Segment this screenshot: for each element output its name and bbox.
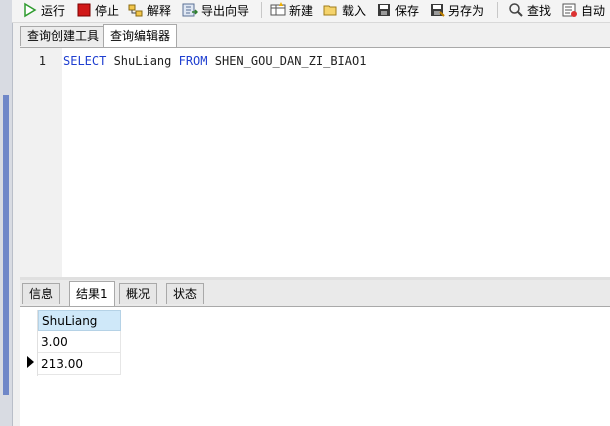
document-tabs: 查询创建工具 查询编辑器 [12,22,610,47]
result-grid[interactable]: ShuLiang 3.00 213.00 [20,307,610,426]
tab-overview[interactable]: 概况 [119,283,158,304]
new-query-icon [270,2,286,18]
toolbar-separator [261,2,262,18]
tab-status[interactable]: 状态 [166,283,205,304]
load-label: 载入 [342,3,367,18]
export-wizard-label: 导出向导 [201,3,250,18]
save-button[interactable]: 保存 [374,1,421,19]
new-button[interactable]: 新建 [268,1,315,19]
save-as-label: 另存为 [448,3,485,18]
find-label: 查找 [527,3,552,18]
save-icon [376,2,392,18]
line-number: 1 [38,54,46,68]
save-label: 保存 [395,3,420,18]
auto-complete-icon [562,2,578,18]
export-wizard-icon [182,2,199,18]
run-label: 运行 [41,3,66,18]
stop-icon [76,2,92,18]
explain-label: 解释 [147,3,172,18]
tab-query-editor[interactable]: 查询编辑器 [103,24,178,47]
explain-button[interactable]: 解释 [126,1,173,19]
folder-open-icon [323,2,339,18]
tab-query-builder[interactable]: 查询创建工具 [20,26,107,46]
line-gutter: 1 [20,48,62,278]
current-row-arrow-icon [27,356,34,368]
sql-code-line[interactable]: SELECT ShuLiang FROM SHEN_GOU_DAN_ZI_BIA… [63,54,366,68]
result-tabs: 信息 结果1 概况 状态 [20,280,610,307]
stop-button[interactable]: 停止 [74,1,121,19]
save-as-button[interactable]: 另存为 [427,1,486,19]
column-name: ShuLiang [106,54,179,68]
stop-label: 停止 [95,3,120,18]
left-dock-bar [3,95,9,395]
tab-result1[interactable]: 结果1 [69,281,115,306]
column-header-shuliang[interactable]: ShuLiang [38,310,121,331]
keyword-from: FROM [178,54,208,68]
explain-icon [128,2,144,18]
save-as-icon [429,2,445,18]
export-wizard-button[interactable]: 导出向导 [180,1,251,19]
table-cell[interactable]: 3.00 [38,331,121,353]
find-button[interactable]: 查找 [506,1,553,19]
load-button[interactable]: 载入 [321,1,368,19]
new-label: 新建 [289,3,314,18]
auto-button[interactable]: 自动 [560,1,607,19]
tab-info[interactable]: 信息 [22,283,61,304]
run-icon [22,2,38,18]
toolbar-separator [497,2,498,18]
sql-editor[interactable]: 1 SELECT ShuLiang FROM SHEN_GOU_DAN_ZI_B… [20,47,610,278]
auto-label: 自动 [581,3,606,18]
table-name: SHEN_GOU_DAN_ZI_BIAO1 [207,54,367,68]
left-dock-strip [0,0,13,426]
toolbar: 运行 停止 解释 导出向导 新建 载入 保存 另存为 查找 自动 [12,0,610,23]
keyword-select: SELECT [63,54,107,68]
table-cell[interactable]: 213.00 [38,353,121,375]
run-button[interactable]: 运行 [20,1,67,19]
search-icon [508,2,524,18]
